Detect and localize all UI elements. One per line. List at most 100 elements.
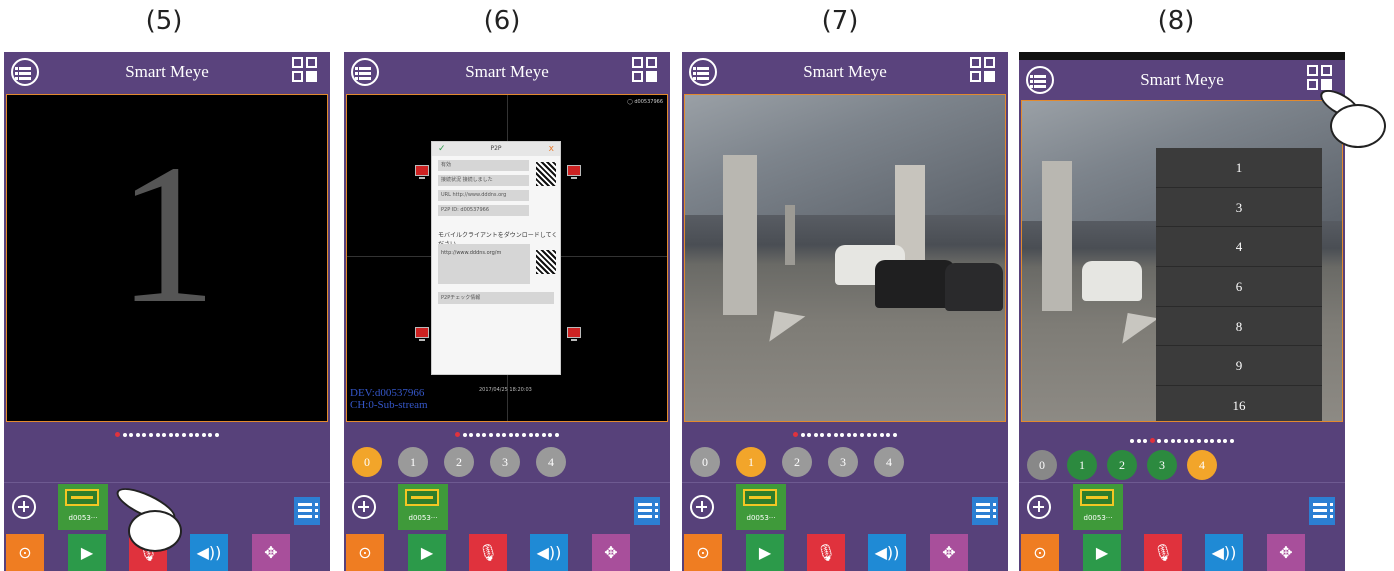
status-bar [1019,52,1345,60]
camera-button[interactable]: ▶ [408,534,446,571]
device-button[interactable]: d0053··· [736,484,786,530]
channel-button[interactable]: 4 [1187,450,1217,480]
dialog-row: URL http://www.dddns.org [438,190,529,201]
parking-camera-feed [685,95,1005,421]
layout-dropdown-menu[interactable]: 1 3 4 6 8 9 16 [1156,148,1322,421]
step-label-5: (5) [145,6,183,36]
device-label: d0053··· [746,514,776,522]
step-label-7: (7) [821,6,859,36]
layout-option[interactable]: 6 [1156,267,1322,307]
device-label: d0053··· [408,514,438,522]
direction-button[interactable]: ✥ [252,534,290,571]
channel-button[interactable]: 2 [444,447,474,477]
speaker-icon: ◀)) [1211,543,1237,562]
page-indicator [4,424,330,437]
camera-icon: ▶ [1095,543,1109,562]
qr-code-icon [536,162,556,186]
p2p-dialog[interactable]: ✓ P2P x 有効 接続状況 接続しました URL http://www.dddn… [431,141,561,375]
app-title: Smart Meye [465,62,549,81]
layout-grid-icon[interactable] [292,57,318,83]
page-indicator [682,424,1008,437]
app-title: Smart Meye [1140,70,1224,89]
close-icon[interactable]: x [549,142,554,156]
direction-button[interactable]: ✥ [930,534,968,571]
dialog-header: ✓ P2P x [432,142,560,156]
video-view[interactable]: ◯ d00537966 ✓ P2P x 有効 接続状況 接続しました URL htt… [346,94,668,422]
list-icon[interactable] [1309,497,1335,525]
dialog-row[interactable]: 有効 [438,160,529,171]
direction-icon: ✥ [264,543,278,562]
ptz-icon: ⊙ [1033,543,1047,562]
ptz-icon: ⊙ [18,543,32,562]
add-icon[interactable] [690,495,714,519]
mic-button[interactable]: 🎙 [469,534,507,571]
speaker-button[interactable]: ◀)) [530,534,568,571]
device-button[interactable]: d0053··· [1073,484,1123,530]
layout-option[interactable]: 8 [1156,307,1322,347]
device-button[interactable]: d0053··· [58,484,108,530]
channel-button[interactable]: 1 [736,447,766,477]
video-view[interactable]: 1 [6,94,328,422]
layout-option[interactable]: 16 [1156,386,1322,421]
speaker-icon: ◀)) [196,543,222,562]
ptz-button[interactable]: ⊙ [6,534,44,571]
no-signal-icon [567,327,581,343]
layout-option[interactable]: 4 [1156,227,1322,268]
list-icon[interactable] [634,497,660,525]
ptz-icon: ⊙ [696,543,710,562]
step-label-6: (6) [483,6,521,36]
channel-button[interactable]: 2 [1107,450,1137,480]
ptz-button[interactable]: ⊙ [684,534,722,571]
channel-button[interactable]: 3 [828,447,858,477]
speaker-button[interactable]: ◀)) [190,534,228,571]
mic-icon: 🎙 [1152,543,1174,562]
camera-button[interactable]: ▶ [746,534,784,571]
app-title: Smart Meye [125,62,209,81]
layout-grid-icon[interactable] [970,57,996,83]
list-icon[interactable] [294,497,320,525]
layout-option[interactable]: 9 [1156,346,1322,387]
direction-button[interactable]: ✥ [592,534,630,571]
layout-grid-icon[interactable] [632,57,658,83]
pointing-hand-icon [112,481,184,552]
channel-button[interactable]: 0 [1027,450,1057,480]
add-icon[interactable] [1027,495,1051,519]
layout-option[interactable]: 3 [1156,188,1322,228]
dialog-row: P2P ID: d00537966 [438,205,529,216]
channel-button[interactable]: 0 [690,447,720,477]
add-icon[interactable] [12,495,36,519]
device-label: d0053··· [1083,514,1113,522]
mic-icon: 🎙 [815,543,837,562]
speaker-button[interactable]: ◀)) [868,534,906,571]
url-box: http://www.dddns.org/m [438,244,530,284]
app-header: Smart Meye [1019,60,1345,102]
layout-option[interactable]: 1 [1156,148,1322,188]
channel-button[interactable]: 2 [782,447,812,477]
channel-button[interactable]: 3 [490,447,520,477]
mic-button[interactable]: 🎙 [807,534,845,571]
channel-button[interactable]: 3 [1147,450,1177,480]
device-button[interactable]: d0053··· [398,484,448,530]
layout-grid-icon[interactable] [1307,65,1333,91]
camera-button[interactable]: ▶ [1083,534,1121,571]
divider [1019,482,1345,483]
camera-button[interactable]: ▶ [68,534,106,571]
list-icon[interactable] [972,497,998,525]
step-label-8: (8) [1157,6,1195,36]
channel-button[interactable]: 1 [398,447,428,477]
direction-button[interactable]: ✥ [1267,534,1305,571]
video-view[interactable] [684,94,1006,422]
ptz-button[interactable]: ⊙ [1021,534,1059,571]
add-icon[interactable] [352,495,376,519]
channel-button[interactable]: 4 [874,447,904,477]
channel-button[interactable]: 0 [352,447,382,477]
confirm-icon[interactable]: ✓ [438,142,446,156]
speaker-button[interactable]: ◀)) [1205,534,1243,571]
channel-button[interactable]: 1 [1067,450,1097,480]
channel-button[interactable]: 4 [536,447,566,477]
p2p-check-row[interactable]: P2Pチェック情報 [438,292,554,304]
qr-code-icon [536,250,556,274]
ptz-button[interactable]: ⊙ [346,534,384,571]
video-view[interactable]: 1 3 4 6 8 9 16 [1021,100,1343,422]
mic-button[interactable]: 🎙 [1144,534,1182,571]
